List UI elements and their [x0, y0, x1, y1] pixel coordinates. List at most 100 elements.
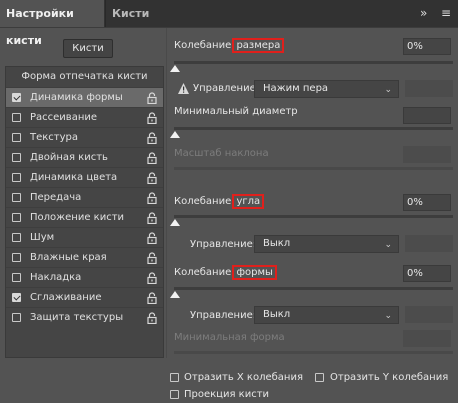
brush-option-item[interactable]: Двойная кисть — [6, 147, 163, 167]
flip-x-checkbox[interactable] — [170, 373, 179, 382]
size-control-select[interactable]: Нажим пера ⌄ — [254, 80, 399, 98]
min-diameter-value[interactable] — [403, 107, 451, 124]
brush-option-item[interactable]: Передача — [6, 187, 163, 207]
lock-icon[interactable] — [147, 232, 157, 244]
flip-x-label: Отразить X колебания — [184, 372, 303, 383]
brush-option-item[interactable]: Шум — [6, 227, 163, 247]
size-jitter-highlight: размера — [232, 38, 285, 53]
brush-option-item[interactable]: Положение кисти — [6, 207, 163, 227]
warning-icon — [178, 83, 189, 94]
brush-option-checkbox[interactable] — [12, 253, 21, 262]
min-roundness-slider-track — [174, 351, 453, 354]
brush-option-checkbox[interactable] — [12, 133, 21, 142]
chevron-down-icon: ⌄ — [384, 240, 392, 250]
brush-option-checkbox[interactable] — [12, 293, 21, 302]
brush-option-checkbox[interactable] — [12, 93, 21, 102]
tab-brushes-label: Кисти — [112, 7, 150, 20]
roundness-jitter-highlight: формы — [232, 265, 277, 280]
brush-option-checkbox[interactable] — [12, 213, 21, 222]
brush-option-checkbox[interactable] — [12, 113, 21, 122]
brush-option-label: Динамика формы — [30, 92, 123, 103]
size-control-value: Нажим пера — [263, 83, 329, 94]
flip-y-label: Отразить Y колебания — [330, 372, 449, 383]
angle-jitter-value[interactable]: 0% — [403, 194, 451, 211]
roundness-jitter-slider-track[interactable] — [174, 287, 453, 290]
brush-option-item[interactable]: Динамика цвета — [6, 167, 163, 187]
min-diameter-slider-track[interactable] — [174, 127, 453, 130]
angle-jitter-highlight: угла — [232, 194, 265, 209]
min-roundness-value — [403, 330, 451, 347]
tilt-scale-label: Масштаб наклона — [174, 148, 269, 159]
brush-option-label: Защита текстуры — [30, 312, 124, 323]
brush-option-item[interactable]: Влажные края — [6, 247, 163, 267]
flip-y-checkbox[interactable] — [315, 373, 324, 382]
chevron-down-icon: ⌄ — [384, 311, 392, 321]
lock-icon[interactable] — [147, 252, 157, 264]
lock-icon[interactable] — [147, 272, 157, 284]
brush-option-label: Динамика цвета — [30, 172, 118, 183]
roundness-jitter-label: Колебание формы — [174, 265, 277, 280]
lock-icon[interactable] — [147, 292, 157, 304]
brush-options-list: Форма отпечатка кисти Динамика формы Расс… — [5, 66, 164, 358]
brush-option-checkbox[interactable] — [12, 153, 21, 162]
chevron-down-icon: ⌄ — [384, 85, 392, 95]
lock-icon[interactable] — [147, 152, 157, 164]
lock-icon[interactable] — [147, 312, 157, 324]
brush-option-label: Двойная кисть — [30, 152, 108, 163]
brush-option-label: Шум — [30, 232, 55, 243]
brush-option-label: Положение кисти — [30, 212, 125, 223]
brush-option-label: Накладка — [30, 272, 82, 283]
roundness-jitter-value[interactable]: 0% — [403, 265, 451, 282]
brush-option-item[interactable]: Динамика формы — [6, 87, 163, 107]
tab-bar: Настройки кисти Кисти » ≡ — [0, 0, 458, 47]
brush-option-item[interactable]: Рассеивание — [6, 107, 163, 127]
brush-option-checkbox[interactable] — [12, 193, 21, 202]
angle-control-label: Управление: — [190, 239, 257, 250]
lock-icon[interactable] — [147, 132, 157, 144]
tilt-scale-slider-track — [174, 167, 453, 170]
brush-option-checkbox[interactable] — [12, 173, 21, 182]
roundness-jitter-slider-thumb[interactable] — [170, 291, 180, 298]
min-roundness-label: Минимальная форма — [174, 332, 285, 343]
bottom-options: Отразить X колебания Отразить Y колебани… — [166, 360, 458, 403]
size-jitter-slider-thumb[interactable] — [170, 65, 180, 72]
brush-option-label: Влажные края — [30, 252, 107, 263]
brush-option-checkbox[interactable] — [12, 233, 21, 242]
tab-divider — [0, 27, 458, 28]
brush-tip-shape-item[interactable]: Форма отпечатка кисти — [6, 67, 163, 87]
tab-brush-settings[interactable]: Настройки кисти — [0, 0, 104, 47]
brush-projection-checkbox[interactable] — [170, 390, 179, 399]
roundness-control-label: Управление: — [190, 310, 257, 321]
angle-control-select[interactable]: Выкл ⌄ — [254, 235, 399, 253]
lock-icon[interactable] — [147, 212, 157, 224]
menu-icon[interactable]: ≡ — [441, 6, 451, 20]
brush-option-checkbox[interactable] — [12, 273, 21, 282]
size-jitter-value[interactable]: 0% — [403, 38, 451, 55]
brush-option-item[interactable]: Защита текстуры — [6, 307, 163, 327]
brush-option-checkbox[interactable] — [12, 313, 21, 322]
double-chevron-right-icon[interactable]: » — [420, 6, 427, 20]
tab-brushes[interactable]: Кисти — [105, 0, 155, 27]
angle-control-value-field — [405, 235, 453, 252]
lock-icon[interactable] — [147, 172, 157, 184]
brush-option-item[interactable]: Накладка — [6, 267, 163, 287]
lock-icon[interactable] — [147, 192, 157, 204]
angle-jitter-slider-thumb[interactable] — [170, 219, 180, 226]
size-control-label: Управление: — [193, 83, 260, 94]
angle-jitter-slider-track[interactable] — [174, 215, 453, 218]
min-diameter-label: Минимальный диаметр — [174, 106, 298, 117]
brush-option-label: Текстура — [30, 132, 79, 143]
min-diameter-slider-thumb[interactable] — [170, 131, 180, 138]
size-jitter-slider-track[interactable] — [174, 61, 453, 64]
brush-option-item[interactable]: Текстура — [6, 127, 163, 147]
roundness-control-select[interactable]: Выкл ⌄ — [254, 306, 399, 324]
size-control-value-field — [405, 80, 453, 97]
size-jitter-label: Колебание размера — [174, 38, 285, 53]
brush-option-item[interactable]: Сглаживание — [6, 287, 163, 307]
brush-projection-label: Проекция кисти — [184, 389, 270, 400]
roundness-control-value-field — [405, 306, 453, 323]
lock-icon[interactable] — [147, 92, 157, 104]
lock-icon[interactable] — [147, 112, 157, 124]
tilt-scale-value — [403, 146, 451, 163]
brushes-button[interactable]: Кисти — [63, 39, 113, 58]
